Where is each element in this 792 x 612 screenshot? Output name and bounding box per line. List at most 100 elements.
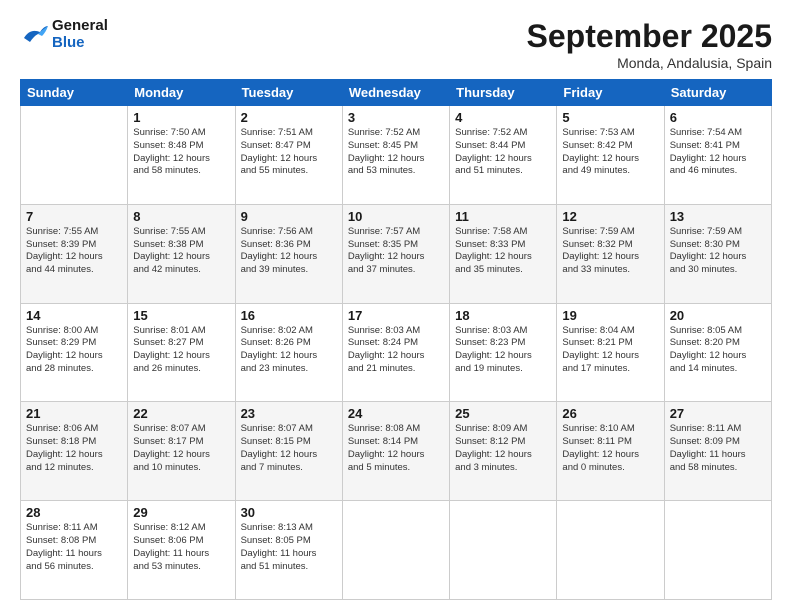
table-row: 24 Sunrise: 8:08 AM Sunset: 8:14 PM Dayli… xyxy=(342,402,449,501)
calendar-week-row: 1Sunrise: 7:50 AM Sunset: 8:48 PM Daylig… xyxy=(21,106,772,205)
table-row: 26 Sunrise: 8:10 AM Sunset: 8:11 PM Dayli… xyxy=(557,402,664,501)
col-thursday: Thursday xyxy=(450,80,557,106)
table-row: 29Sunrise: 8:12 AM Sunset: 8:06 PM Dayli… xyxy=(128,501,235,600)
day-number: 30 xyxy=(241,505,337,520)
day-number: 8 xyxy=(133,209,229,224)
day-number: 22 xyxy=(133,406,229,421)
day-info: Sunrise: 7:59 AM Sunset: 8:32 PM Dayligh… xyxy=(562,226,658,277)
day-number: 19 xyxy=(562,308,658,323)
location: Monda, Andalusia, Spain xyxy=(527,55,772,71)
day-number: 2 xyxy=(241,110,337,125)
table-row: 7 Sunrise: 7:55 AM Sunset: 8:39 PM Daylig… xyxy=(21,204,128,303)
table-row: 11Sunrise: 7:58 AM Sunset: 8:33 PM Dayli… xyxy=(450,204,557,303)
table-row: 4 Sunrise: 7:52 AM Sunset: 8:44 PM Daylig… xyxy=(450,106,557,205)
day-number: 7 xyxy=(26,209,122,224)
calendar-week-row: 7 Sunrise: 7:55 AM Sunset: 8:39 PM Daylig… xyxy=(21,204,772,303)
day-number: 25 xyxy=(455,406,551,421)
table-row xyxy=(557,501,664,600)
table-row: 9Sunrise: 7:56 AM Sunset: 8:36 PM Daylig… xyxy=(235,204,342,303)
day-info: Sunrise: 8:03 AM Sunset: 8:24 PM Dayligh… xyxy=(348,325,444,376)
logo-bird-icon xyxy=(20,24,48,46)
table-row: 27Sunrise: 8:11 AM Sunset: 8:09 PM Dayli… xyxy=(664,402,771,501)
table-row: 1Sunrise: 7:50 AM Sunset: 8:48 PM Daylig… xyxy=(128,106,235,205)
day-number: 16 xyxy=(241,308,337,323)
table-row: 15 Sunrise: 8:01 AM Sunset: 8:27 PM Dayli… xyxy=(128,303,235,402)
table-row xyxy=(664,501,771,600)
day-info: Sunrise: 8:01 AM Sunset: 8:27 PM Dayligh… xyxy=(133,325,229,376)
table-row: 6 Sunrise: 7:54 AM Sunset: 8:41 PM Daylig… xyxy=(664,106,771,205)
col-friday: Friday xyxy=(557,80,664,106)
table-row xyxy=(342,501,449,600)
day-number: 28 xyxy=(26,505,122,520)
day-number: 18 xyxy=(455,308,551,323)
day-number: 14 xyxy=(26,308,122,323)
table-row: 21 Sunrise: 8:06 AM Sunset: 8:18 PM Dayli… xyxy=(21,402,128,501)
day-info: Sunrise: 8:09 AM Sunset: 8:12 PM Dayligh… xyxy=(455,423,551,474)
table-row xyxy=(21,106,128,205)
day-info: Sunrise: 7:52 AM Sunset: 8:44 PM Dayligh… xyxy=(455,127,551,178)
day-info: Sunrise: 7:53 AM Sunset: 8:42 PM Dayligh… xyxy=(562,127,658,178)
day-info: Sunrise: 8:02 AM Sunset: 8:26 PM Dayligh… xyxy=(241,325,337,376)
day-info: Sunrise: 8:07 AM Sunset: 8:17 PM Dayligh… xyxy=(133,423,229,474)
day-info: Sunrise: 7:55 AM Sunset: 8:39 PM Dayligh… xyxy=(26,226,122,277)
day-number: 23 xyxy=(241,406,337,421)
day-info: Sunrise: 8:08 AM Sunset: 8:14 PM Dayligh… xyxy=(348,423,444,474)
day-info: Sunrise: 8:07 AM Sunset: 8:15 PM Dayligh… xyxy=(241,423,337,474)
day-number: 9 xyxy=(241,209,337,224)
day-number: 6 xyxy=(670,110,766,125)
day-info: Sunrise: 8:04 AM Sunset: 8:21 PM Dayligh… xyxy=(562,325,658,376)
table-row: 8 Sunrise: 7:55 AM Sunset: 8:38 PM Daylig… xyxy=(128,204,235,303)
table-row: 18 Sunrise: 8:03 AM Sunset: 8:23 PM Dayli… xyxy=(450,303,557,402)
day-info: Sunrise: 8:06 AM Sunset: 8:18 PM Dayligh… xyxy=(26,423,122,474)
calendar-table: Sunday Monday Tuesday Wednesday Thursday… xyxy=(20,79,772,600)
logo: General Blue xyxy=(20,18,108,51)
day-info: Sunrise: 7:58 AM Sunset: 8:33 PM Dayligh… xyxy=(455,226,551,277)
table-row: 3 Sunrise: 7:52 AM Sunset: 8:45 PM Daylig… xyxy=(342,106,449,205)
day-info: Sunrise: 7:52 AM Sunset: 8:45 PM Dayligh… xyxy=(348,127,444,178)
month-title: September 2025 xyxy=(527,18,772,55)
table-row: 22 Sunrise: 8:07 AM Sunset: 8:17 PM Dayli… xyxy=(128,402,235,501)
col-monday: Monday xyxy=(128,80,235,106)
table-row xyxy=(450,501,557,600)
day-number: 29 xyxy=(133,505,229,520)
day-number: 24 xyxy=(348,406,444,421)
calendar-week-row: 14 Sunrise: 8:00 AM Sunset: 8:29 PM Dayli… xyxy=(21,303,772,402)
table-row: 12 Sunrise: 7:59 AM Sunset: 8:32 PM Dayli… xyxy=(557,204,664,303)
day-number: 27 xyxy=(670,406,766,421)
day-info: Sunrise: 8:03 AM Sunset: 8:23 PM Dayligh… xyxy=(455,325,551,376)
calendar-header-row: Sunday Monday Tuesday Wednesday Thursday… xyxy=(21,80,772,106)
table-row: 20Sunrise: 8:05 AM Sunset: 8:20 PM Dayli… xyxy=(664,303,771,402)
day-number: 21 xyxy=(26,406,122,421)
table-row: 2Sunrise: 7:51 AM Sunset: 8:47 PM Daylig… xyxy=(235,106,342,205)
table-row: 28 Sunrise: 8:11 AM Sunset: 8:08 PM Dayli… xyxy=(21,501,128,600)
table-row: 23 Sunrise: 8:07 AM Sunset: 8:15 PM Dayli… xyxy=(235,402,342,501)
table-row: 5 Sunrise: 7:53 AM Sunset: 8:42 PM Daylig… xyxy=(557,106,664,205)
table-row: 14 Sunrise: 8:00 AM Sunset: 8:29 PM Dayli… xyxy=(21,303,128,402)
table-row: 17 Sunrise: 8:03 AM Sunset: 8:24 PM Dayli… xyxy=(342,303,449,402)
day-number: 12 xyxy=(562,209,658,224)
day-number: 20 xyxy=(670,308,766,323)
col-wednesday: Wednesday xyxy=(342,80,449,106)
day-info: Sunrise: 8:10 AM Sunset: 8:11 PM Dayligh… xyxy=(562,423,658,474)
day-info: Sunrise: 7:54 AM Sunset: 8:41 PM Dayligh… xyxy=(670,127,766,178)
day-number: 1 xyxy=(133,110,229,125)
page: General Blue September 2025 Monda, Andal… xyxy=(0,0,792,612)
day-info: Sunrise: 8:11 AM Sunset: 8:08 PM Dayligh… xyxy=(26,522,122,573)
calendar-week-row: 21 Sunrise: 8:06 AM Sunset: 8:18 PM Dayli… xyxy=(21,402,772,501)
day-number: 4 xyxy=(455,110,551,125)
title-section: September 2025 Monda, Andalusia, Spain xyxy=(527,18,772,71)
table-row: 10Sunrise: 7:57 AM Sunset: 8:35 PM Dayli… xyxy=(342,204,449,303)
day-info: Sunrise: 8:00 AM Sunset: 8:29 PM Dayligh… xyxy=(26,325,122,376)
table-row: 30 Sunrise: 8:13 AM Sunset: 8:05 PM Dayli… xyxy=(235,501,342,600)
day-number: 26 xyxy=(562,406,658,421)
day-info: Sunrise: 8:13 AM Sunset: 8:05 PM Dayligh… xyxy=(241,522,337,573)
day-number: 3 xyxy=(348,110,444,125)
logo-text: General Blue xyxy=(52,18,108,51)
table-row: 19 Sunrise: 8:04 AM Sunset: 8:21 PM Dayli… xyxy=(557,303,664,402)
day-number: 17 xyxy=(348,308,444,323)
day-number: 10 xyxy=(348,209,444,224)
day-number: 15 xyxy=(133,308,229,323)
col-saturday: Saturday xyxy=(664,80,771,106)
day-info: Sunrise: 7:55 AM Sunset: 8:38 PM Dayligh… xyxy=(133,226,229,277)
day-number: 5 xyxy=(562,110,658,125)
